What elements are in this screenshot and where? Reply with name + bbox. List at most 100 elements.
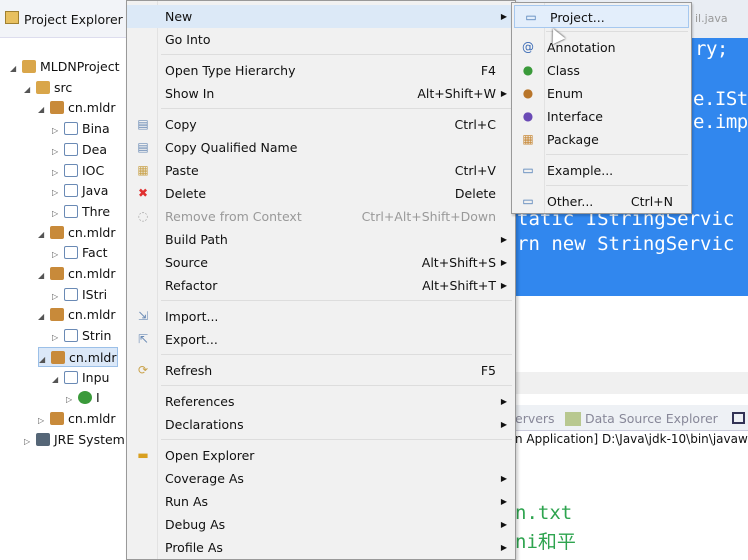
tree-item[interactable]: ▷ Strin [52, 326, 111, 346]
menu-item-class[interactable]: ● Class [512, 59, 691, 82]
tree-item[interactable]: ◢ cn.mldr [38, 223, 116, 243]
editor-scrollbar[interactable] [515, 372, 748, 394]
tree-item[interactable]: ◢ MLDNProject [10, 57, 120, 77]
expand-icon[interactable]: ▷ [52, 287, 64, 307]
collapse-icon[interactable]: ◢ [38, 225, 50, 245]
menu-item-interface[interactable]: ● Interface [512, 105, 691, 128]
menu-item-export[interactable]: ⇱ Export... [127, 328, 515, 351]
tree-item[interactable]: ▷ IOC [52, 161, 104, 181]
menu-item-refresh[interactable]: ⟳ Refresh F5 [127, 359, 515, 382]
editor-tab[interactable]: il.java [695, 12, 728, 25]
menu-item-label: Declarations [165, 417, 244, 432]
menu-item-source[interactable]: Source Alt+Shift+S ▶ [127, 251, 515, 274]
menu-item-label: References [165, 394, 235, 409]
collapse-icon[interactable]: ◢ [38, 266, 50, 286]
menu-item-remove-from-context[interactable]: ◌ Remove from Context Ctrl+Alt+Shift+Down [127, 205, 515, 228]
tree-item[interactable]: ▷ Fact [52, 243, 107, 263]
menu-item-delete[interactable]: ✖ Delete Delete [127, 182, 515, 205]
menu-item-paste[interactable]: ▦ Paste Ctrl+V [127, 159, 515, 182]
copy-icon: ▤ [137, 117, 149, 131]
expand-icon[interactable]: ▷ [52, 163, 64, 183]
tree-item[interactable]: ▷ Java [52, 181, 108, 201]
menu-item-label: Open Explorer [165, 448, 255, 463]
menu-item-new[interactable]: New ▶ [127, 5, 515, 28]
menu-separator [512, 28, 691, 36]
menu-item-copy[interactable]: ▤ Copy Ctrl+C [127, 113, 515, 136]
collapse-icon[interactable]: ◢ [10, 59, 22, 79]
package-icon [50, 308, 64, 322]
tree-item-label: Java [82, 183, 109, 199]
tree-item[interactable]: ▷ cn.mldr [38, 409, 116, 429]
tree-item[interactable]: ◢ cn.mldr [38, 98, 116, 118]
tree-item[interactable]: ◢ src [24, 78, 72, 98]
menu-item-shortcut: Alt+Shift+T [422, 278, 496, 293]
menu-item-open-type-hierarchy[interactable]: Open Type Hierarchy F4 [127, 59, 515, 82]
expand-icon[interactable]: ▷ [66, 390, 78, 410]
collapse-icon[interactable]: ◢ [52, 370, 64, 390]
menu-item-go-into[interactable]: Go Into [127, 28, 515, 51]
tree-item-label: cn.mldr [68, 266, 116, 281]
package-icon [50, 267, 64, 280]
expand-icon[interactable]: ▷ [38, 411, 50, 431]
menu-item-profile-as[interactable]: Profile As ▶ [127, 536, 515, 559]
tree-item[interactable]: ▷ Bina [52, 119, 110, 139]
menu-item-debug-as[interactable]: Debug As ▶ [127, 513, 515, 536]
menu-item-build-path[interactable]: Build Path ▶ [127, 228, 515, 251]
tab-data-source-explorer[interactable]: Data Source Explorer [585, 411, 718, 426]
tree-item[interactable]: ▷ IStri [52, 285, 107, 305]
menu-item-other[interactable]: ▭ Other... Ctrl+N [512, 190, 691, 213]
data-source-icon [565, 412, 581, 426]
menu-item-run-as[interactable]: Run As ▶ [127, 490, 515, 513]
tree-item[interactable]: ◢ cn.mldr [38, 305, 116, 325]
menu-item-project[interactable]: ▭ Project... [514, 5, 689, 28]
expand-icon[interactable]: ▷ [52, 183, 64, 203]
tree-item[interactable]: ◢ Inpu [52, 368, 109, 388]
expand-icon[interactable]: ▷ [52, 142, 64, 162]
expand-icon[interactable]: ▷ [24, 432, 36, 452]
menu-item-import[interactable]: ⇲ Import... [127, 305, 515, 328]
project-explorer-header: Project Explorer [0, 0, 130, 38]
console-icon[interactable] [732, 412, 745, 424]
collapse-icon[interactable]: ◢ [38, 100, 50, 120]
import-icon: ⇲ [137, 309, 149, 323]
expand-icon[interactable]: ▷ [52, 245, 64, 265]
tree-item[interactable]: ▷ I [66, 388, 100, 408]
menu-item-enum[interactable]: ● Enum [512, 82, 691, 105]
tree-item[interactable]: ◢ cn.mldr [38, 264, 116, 284]
menu-item-package[interactable]: ▦ Package [512, 128, 691, 151]
java-file-icon [64, 287, 78, 301]
menu-item-coverage-as[interactable]: Coverage As ▶ [127, 467, 515, 490]
menu-item-label: Remove from Context [165, 209, 302, 224]
menu-item-label: Enum [547, 86, 583, 101]
new-wizard-icon: ▭ [522, 194, 534, 208]
code-line: ry; [695, 38, 728, 60]
console-output-line: n.txt [515, 502, 573, 524]
menu-item-copy-qualified-name[interactable]: ▤ Copy Qualified Name [127, 136, 515, 159]
menu-item-show-in[interactable]: Show In Alt+Shift+W ▶ [127, 82, 515, 105]
tree-item[interactable]: ▷ Dea [52, 140, 107, 160]
tree-item-label: Strin [82, 328, 112, 344]
tree-item[interactable]: ▷ Thre [52, 202, 110, 222]
menu-item-annotation[interactable]: @ Annotation [512, 36, 691, 59]
tab-servers[interactable]: ervers [515, 411, 555, 426]
tree-item[interactable]: ◢ cn.mldr [38, 346, 118, 370]
java-file-icon [64, 246, 78, 260]
submenu-arrow-icon: ▶ [500, 497, 507, 506]
menu-item-label: Paste [165, 163, 199, 178]
java-file-icon [64, 122, 78, 136]
expand-icon[interactable]: ▷ [52, 121, 64, 141]
menu-item-declarations[interactable]: Declarations ▶ [127, 413, 515, 436]
menu-item-open-explorer[interactable]: ▬ Open Explorer [127, 444, 515, 467]
collapse-icon[interactable]: ◢ [24, 80, 36, 100]
collapse-icon[interactable]: ◢ [38, 307, 50, 327]
menu-separator [127, 436, 515, 444]
menu-item-example[interactable]: ▭ Example... [512, 159, 691, 182]
project-explorer: Project Explorer ◢ MLDNProject ◢ src ◢ cn.mld… [0, 0, 130, 544]
menu-item-references[interactable]: References ▶ [127, 390, 515, 413]
menu-item-label: Build Path [165, 232, 228, 247]
expand-icon[interactable]: ▷ [52, 204, 64, 224]
collapse-icon[interactable]: ◢ [39, 350, 51, 370]
expand-icon[interactable]: ▷ [52, 328, 64, 348]
tree-item[interactable]: ▷ JRE System [24, 430, 125, 450]
menu-item-refactor[interactable]: Refactor Alt+Shift+T ▶ [127, 274, 515, 297]
